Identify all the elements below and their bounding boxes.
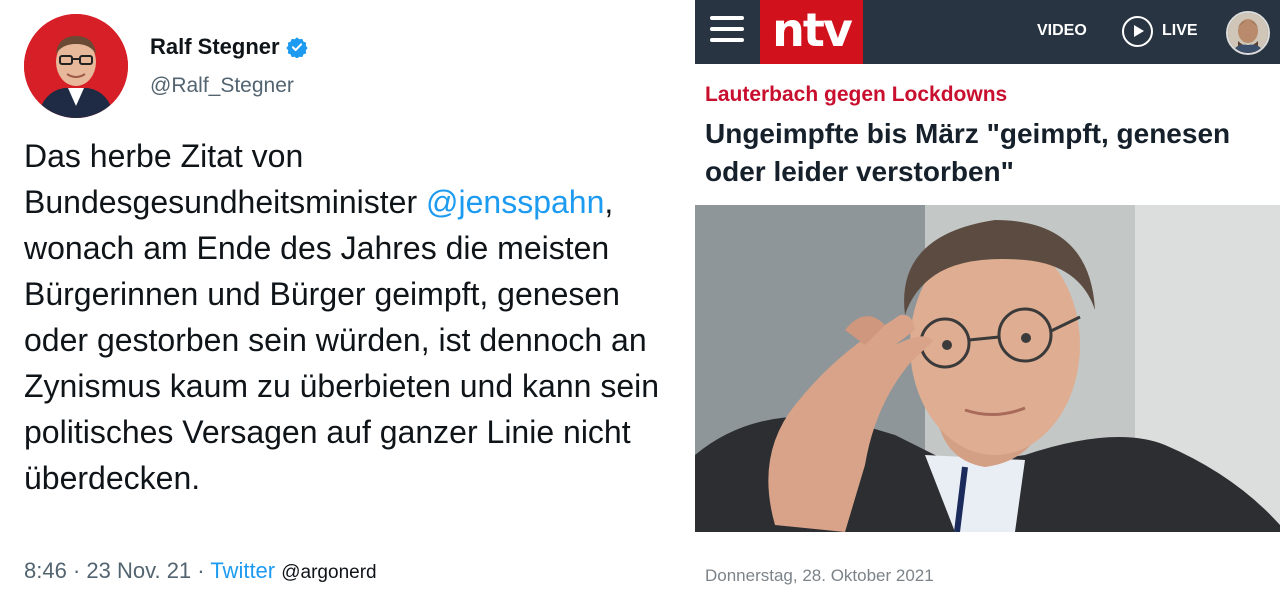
- meta-separator: ·: [191, 558, 211, 583]
- tweet-meta: 8:46 · 23 Nov. 21 · Twitter @argonerd: [24, 558, 377, 584]
- mention-link[interactable]: @jensspahn: [426, 184, 604, 220]
- nav-live-link[interactable]: LIVE: [1162, 22, 1198, 40]
- ntv-article: ntv VIDEO LIVE Lauterbach gegen Lockdown…: [695, 0, 1280, 601]
- tweet-text: Das herbe Zitat von Bundesgesundheitsmin…: [24, 133, 684, 501]
- tweet-time[interactable]: 8:46: [24, 558, 67, 583]
- tweet-text-part: , wonach am Ende des Jahres die meisten …: [24, 184, 660, 496]
- tweet-date[interactable]: 23 Nov. 21: [86, 558, 191, 583]
- tweet-author-avatar[interactable]: [24, 14, 128, 118]
- watermark-text: @argonerd: [281, 562, 377, 583]
- meta-separator: ·: [66, 558, 87, 583]
- nav-video-link[interactable]: VIDEO: [1037, 22, 1087, 40]
- tweet-author-name[interactable]: Ralf Stegner: [150, 34, 308, 60]
- person-portrait-icon: [24, 14, 128, 118]
- article-date: Donnerstag, 28. Oktober 2021: [705, 566, 934, 585]
- person-photo-icon: [695, 205, 1280, 532]
- author-name-text: Ralf Stegner: [150, 34, 280, 59]
- ntv-header: ntv VIDEO LIVE: [695, 0, 1280, 64]
- tweet-source-link[interactable]: Twitter: [210, 558, 275, 583]
- play-icon[interactable]: [1122, 16, 1153, 47]
- tweet-text-part: Das herbe Zitat von Bundesgesundheitsmin…: [24, 138, 427, 220]
- article-kicker[interactable]: Lauterbach gegen Lockdowns: [705, 83, 1007, 107]
- article-photo[interactable]: [695, 205, 1280, 532]
- menu-icon[interactable]: [710, 16, 744, 46]
- tweet-author-handle[interactable]: @Ralf_Stegner: [150, 74, 294, 98]
- user-avatar[interactable]: [1226, 11, 1270, 55]
- article-headline[interactable]: Ungeimpfte bis März "geimpft, genesen od…: [705, 115, 1275, 191]
- ntv-logo[interactable]: ntv: [760, 0, 863, 64]
- verified-badge-icon: [285, 37, 308, 58]
- user-portrait-icon: [1228, 13, 1268, 53]
- tweet-card: Ralf Stegner @Ralf_Stegner Das herbe Zit…: [0, 0, 690, 601]
